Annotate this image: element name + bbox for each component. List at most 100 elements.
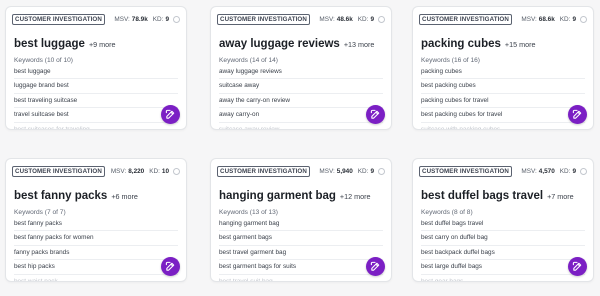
edit-pencil-icon (572, 109, 582, 119)
keyword-item: best traveling suitcase (14, 94, 178, 109)
card-header: CUSTOMER INVESTIGATION MSV: 78.9k KD: 9 (12, 13, 180, 25)
card-header: CUSTOMER INVESTIGATION MSV: 5,940 KD: 9 (217, 165, 385, 177)
keywords-header: Keywords (10 of 10) (14, 57, 74, 64)
keyword-item: best luggage (14, 65, 178, 80)
card-title[interactable]: away luggage reviews (219, 38, 340, 50)
msv-label: MSV: (319, 167, 335, 175)
msv-label: MSV: (114, 15, 130, 23)
keyword-item: away the carry-on review (219, 94, 383, 109)
more-keywords-count: +6 more (111, 192, 138, 201)
kd-label: KD: (152, 15, 164, 23)
card-metrics: MSV: 4,570 KD: 9 (521, 167, 587, 175)
kd-label: KD: (357, 167, 369, 175)
msv-label: MSV: (110, 167, 127, 175)
keywords-header: Keywords (16 of 16) (421, 57, 481, 64)
more-keywords-count: +9 more (88, 40, 116, 49)
edit-button[interactable] (366, 105, 385, 124)
keyword-item: travel suitcase best (14, 108, 178, 123)
keyword-list: best duffel bags travel best carry on duf… (421, 217, 585, 281)
keyword-item: best duffel bags travel (421, 217, 585, 232)
more-keywords-count: +7 more (547, 192, 574, 201)
card-header: CUSTOMER INVESTIGATION MSV: 4,570 KD: 9 (419, 165, 587, 177)
card-title[interactable]: packing cubes (421, 38, 501, 50)
topic-card[interactable]: CUSTOMER INVESTIGATION MSV: 68.6k KD: 9 packi… (412, 6, 594, 130)
intent-badge: CUSTOMER INVESTIGATION (12, 165, 105, 177)
keyword-item: best carry on duffel bag (421, 231, 585, 246)
msv-value: 48.6k (336, 15, 353, 23)
msv-value: 4,570 (538, 167, 555, 175)
keyword-item: best packing cubes for travel (421, 108, 585, 123)
card-title[interactable]: best fanny packs (14, 190, 107, 202)
info-icon[interactable] (378, 167, 385, 175)
card-metrics: MSV: 48.6k KD: 9 (319, 15, 385, 23)
card-title[interactable]: best luggage (14, 38, 85, 50)
card-title-row: best luggage +9 more (14, 38, 180, 50)
keyword-item: away luggage reviews (219, 65, 383, 80)
card-title-row: packing cubes +15 more (421, 38, 587, 50)
card-title[interactable]: best duffel bags travel (421, 190, 543, 202)
keyword-item: best travel suit bag (219, 277, 273, 282)
topic-card[interactable]: CUSTOMER INVESTIGATION MSV: 8,220 KD: 10 best… (5, 158, 187, 282)
keyword-item: best waist pack (14, 277, 58, 282)
msv-value: 8,220 (128, 167, 145, 175)
info-icon[interactable] (580, 15, 587, 23)
info-icon[interactable] (173, 15, 180, 23)
msv-value: 68.6k (538, 15, 555, 23)
kd-value: 10 (161, 167, 169, 175)
intent-badge: CUSTOMER INVESTIGATION (217, 165, 310, 177)
edit-button[interactable] (568, 257, 587, 276)
msv-label: MSV: (521, 167, 537, 175)
kd-value: 9 (165, 15, 169, 23)
edit-pencil-icon (370, 109, 380, 119)
keyword-item: packing cubes (421, 65, 585, 80)
keyword-item: away carry-on (219, 108, 383, 123)
kd-label: KD: (357, 15, 369, 23)
keyword-item: suitcase away review (219, 125, 280, 130)
card-header: CUSTOMER INVESTIGATION MSV: 8,220 KD: 10 (12, 165, 180, 177)
intent-badge: CUSTOMER INVESTIGATION (12, 13, 105, 25)
keyword-list: away luggage reviews suitcase away away th… (219, 65, 383, 130)
keywords-header: Keywords (7 of 7) (14, 209, 66, 216)
info-icon[interactable] (173, 167, 180, 175)
intent-badge: CUSTOMER INVESTIGATION (217, 13, 310, 25)
topic-card[interactable]: CUSTOMER INVESTIGATION MSV: 5,940 KD: 9 hangi… (210, 158, 392, 282)
msv-label: MSV: (319, 15, 335, 23)
keyword-item: fanny packs brands (14, 246, 178, 261)
card-header: CUSTOMER INVESTIGATION MSV: 48.6k KD: 9 (217, 13, 385, 25)
keyword-item: best travel garment bag (219, 246, 383, 261)
kd-label: KD: (559, 167, 571, 175)
msv-label: MSV: (521, 15, 537, 23)
card-title-row: best fanny packs +6 more (14, 190, 180, 202)
edit-button[interactable] (161, 105, 180, 124)
info-icon[interactable] (580, 167, 587, 175)
info-icon[interactable] (378, 15, 385, 23)
keywords-header: Keywords (14 of 14) (219, 57, 279, 64)
keyword-item: best fanny packs (14, 217, 178, 232)
keyword-item: suitcase away (219, 79, 383, 94)
kd-label: KD: (559, 15, 571, 23)
keyword-item: suitcase with packing cubes (421, 125, 501, 130)
keyword-item: best large duffel bags (421, 260, 585, 275)
more-keywords-count: +15 more (504, 40, 536, 49)
edit-button[interactable] (366, 257, 385, 276)
keyword-item: best hip packs (14, 260, 178, 275)
card-title[interactable]: hanging garment bag (219, 190, 336, 202)
keyword-list: packing cubes best packing cubes packing c… (421, 65, 585, 130)
keyword-item: best garment bags (219, 231, 383, 246)
msv-value: 78.9k (131, 15, 148, 23)
keyword-item: best packing cubes (421, 79, 585, 94)
keyword-list: hanging garment bag best garment bags best… (219, 217, 383, 282)
edit-pencil-icon (572, 261, 582, 271)
kd-label: KD: (149, 167, 160, 175)
keyword-item: packing cubes for travel (421, 94, 585, 109)
edit-button[interactable] (568, 105, 587, 124)
topic-card[interactable]: CUSTOMER INVESTIGATION MSV: 4,570 KD: 9 best … (412, 158, 594, 282)
topic-card[interactable]: CUSTOMER INVESTIGATION MSV: 78.9k KD: 9 best … (5, 6, 187, 130)
edit-button[interactable] (161, 257, 180, 276)
keyword-item: hanging garment bag (219, 217, 383, 232)
topic-card[interactable]: CUSTOMER INVESTIGATION MSV: 48.6k KD: 9 away … (210, 6, 392, 130)
kd-value: 9 (572, 15, 576, 23)
keyword-item: best suitcases for traveling (14, 125, 90, 130)
edit-pencil-icon (165, 109, 175, 119)
keyword-item: best backpack duffel bags (421, 246, 585, 261)
